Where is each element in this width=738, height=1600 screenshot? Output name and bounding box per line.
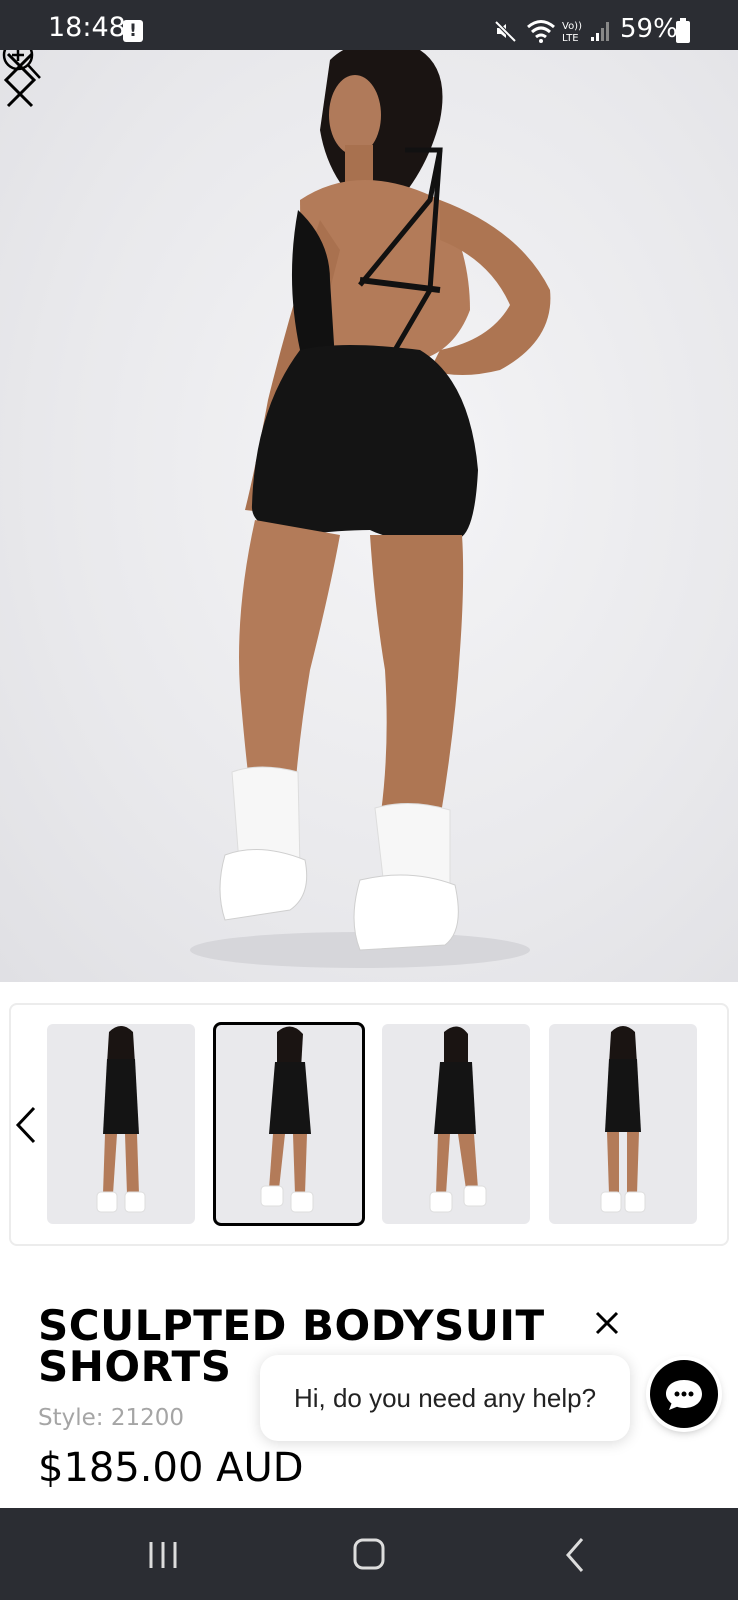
system-nav-bar	[0, 1508, 738, 1600]
thumbnail-3[interactable]	[382, 1024, 530, 1224]
svg-text:LTE: LTE	[562, 33, 579, 44]
chat-launcher-button[interactable]	[650, 1360, 718, 1428]
chat-icon	[666, 1380, 702, 1410]
thumbnail-1[interactable]	[47, 1024, 195, 1224]
image-next-button[interactable]	[0, 50, 40, 110]
battery-icon	[676, 18, 690, 43]
home-icon[interactable]	[339, 1530, 399, 1580]
signal-icon	[591, 22, 609, 41]
model-illustration	[190, 50, 551, 968]
chat-prompt-text: Hi, do you need any help?	[293, 1382, 597, 1413]
thumbnail-4[interactable]	[549, 1024, 697, 1224]
status-time: 18:48	[48, 12, 126, 43]
product-price: $185.00 AUD	[38, 1445, 304, 1491]
chat-close-button[interactable]	[592, 1308, 622, 1338]
thumbnail-2[interactable]	[213, 1022, 365, 1226]
volte-icon: Vo)) LTE	[562, 21, 582, 44]
svg-text:Vo)): Vo))	[562, 21, 582, 32]
chat-prompt-bubble[interactable]: Hi, do you need any help?	[260, 1355, 630, 1441]
recent-apps-icon[interactable]	[133, 1530, 193, 1580]
back-icon[interactable]	[546, 1530, 606, 1580]
battery-percent: 59%	[620, 14, 678, 44]
thumbnail-prev-button[interactable]	[14, 1105, 40, 1145]
mute-icon	[494, 20, 517, 43]
product-hero-image[interactable]	[0, 50, 738, 982]
alert-icon: !	[123, 20, 143, 42]
status-bar: 18:48 ! Vo)) LTE 59%	[0, 0, 738, 50]
product-style: Style: 21200	[38, 1405, 184, 1431]
wifi-icon	[527, 20, 555, 43]
